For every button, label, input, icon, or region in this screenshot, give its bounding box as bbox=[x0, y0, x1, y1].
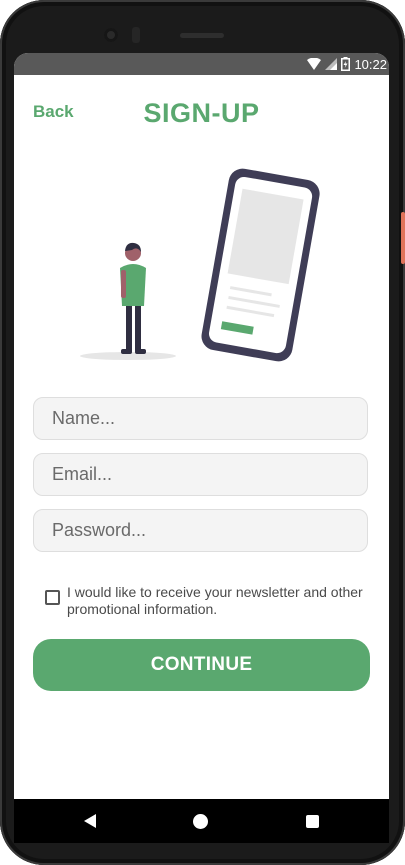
proximity-sensor bbox=[132, 27, 140, 43]
email-field[interactable]: Email... bbox=[33, 453, 368, 496]
status-time: 10:22 bbox=[354, 56, 387, 72]
system-nav-bar bbox=[14, 799, 389, 843]
newsletter-label: I would like to receive your newsletter … bbox=[67, 584, 363, 617]
nav-back-icon[interactable] bbox=[84, 814, 96, 828]
continue-button[interactable]: CONTINUE bbox=[33, 639, 370, 691]
earpiece-speaker bbox=[180, 33, 224, 38]
password-field[interactable]: Password... bbox=[33, 509, 368, 552]
phone-frame: 10:22 Back SIGN-UP Name... Email... Pass… bbox=[0, 0, 405, 865]
status-bar: 10:22 bbox=[14, 53, 389, 75]
newsletter-checkbox[interactable] bbox=[45, 590, 60, 605]
app-screen: 10:22 Back SIGN-UP Name... Email... Pass… bbox=[14, 53, 389, 799]
name-field[interactable]: Name... bbox=[33, 397, 368, 440]
signal-icon bbox=[325, 58, 338, 70]
side-button bbox=[401, 212, 405, 264]
wifi-icon bbox=[307, 58, 322, 70]
front-camera bbox=[104, 28, 118, 42]
battery-icon bbox=[341, 57, 351, 71]
page-title: SIGN-UP bbox=[143, 98, 260, 128]
nav-home-icon[interactable] bbox=[193, 814, 208, 829]
newsletter-row: I would like to receive your newsletter … bbox=[45, 584, 365, 618]
nav-recents-icon[interactable] bbox=[306, 815, 319, 828]
signup-illustration bbox=[80, 168, 320, 362]
